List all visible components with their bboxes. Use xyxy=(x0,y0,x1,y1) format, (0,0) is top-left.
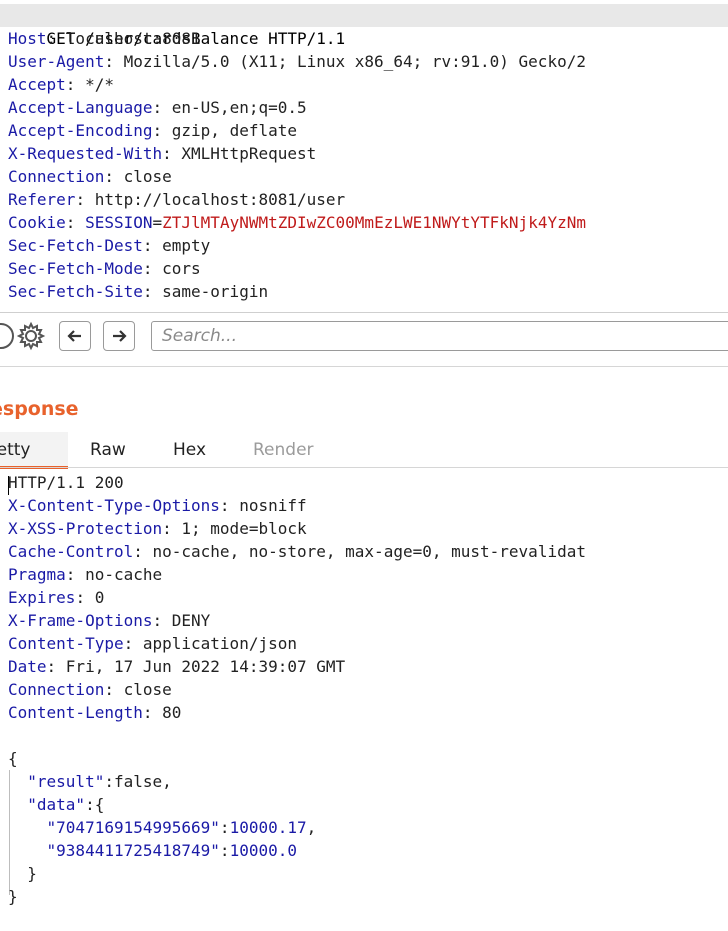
request-header-referer: Referer: http://localhost:8081/user xyxy=(8,190,346,209)
gear-icon[interactable] xyxy=(16,321,46,351)
json-result-line: "result":false, xyxy=(27,772,172,791)
response-header: X-Frame-Options: DENY xyxy=(8,611,211,630)
forward-button[interactable] xyxy=(103,321,135,351)
json-entry: "7047169154995669":10000.17, xyxy=(46,818,317,837)
response-header: X-Content-Type-Options: nosniff xyxy=(8,496,307,515)
request-header-accept-language: Accept-Language: en-US,en;q=0.5 xyxy=(8,98,307,117)
arrow-right-icon xyxy=(113,330,127,342)
section-divider xyxy=(0,366,728,367)
response-status-line: HTTP/1.1 200 xyxy=(8,473,124,492)
response-header: Pragma: no-cache xyxy=(8,565,163,584)
request-header-user-agent: User-Agent: Mozilla/5.0 (X11; Linux x86_… xyxy=(8,52,586,71)
response-header: Date: Fri, 17 Jun 2022 14:39:07 GMT xyxy=(8,657,346,676)
request-toolbar xyxy=(0,313,728,363)
request-header-accept: Accept: */* xyxy=(8,75,114,94)
arrow-left-icon xyxy=(67,330,81,342)
tab-render: Render xyxy=(253,440,314,460)
response-header: Cache-Control: no-cache, no-store, max-a… xyxy=(8,542,586,561)
response-header: X-XSS-Protection: 1; mode=block xyxy=(8,519,307,538)
request-header-sec-fetch-site: Sec-Fetch-Site: same-origin xyxy=(8,282,269,301)
response-header: Connection: close xyxy=(8,680,172,699)
json-data-line: "data":{ xyxy=(27,795,105,814)
response-editor[interactable]: HTTP/1.1 200 X-Content-Type-Options: nos… xyxy=(0,470,728,931)
tabs-border xyxy=(0,467,728,468)
json-entry: "9384411725418749":10000.0 xyxy=(46,841,297,860)
request-editor[interactable]: GET /user/cardsBalance HTTP/1.1 Host: lo… xyxy=(0,0,728,312)
help-icon[interactable] xyxy=(0,323,14,349)
response-tabs: retty Raw Hex Render xyxy=(0,432,728,469)
request-header-x-requested-with: X-Requested-With: XMLHttpRequest xyxy=(8,144,317,163)
json-close-brace: } xyxy=(8,887,18,906)
request-header-cookie: Cookie: SESSION=ZTJlMTAyNWMtZDIwZC00MmEz… xyxy=(8,213,586,232)
json-inner-close: } xyxy=(27,864,37,883)
response-header: Content-Length: 80 xyxy=(8,703,182,722)
tab-hex[interactable]: Hex xyxy=(173,432,206,466)
response-title: esponse xyxy=(0,398,79,420)
request-header-connection: Connection: close xyxy=(8,167,172,186)
tab-raw[interactable]: Raw xyxy=(90,432,126,466)
text-cursor xyxy=(8,476,9,495)
back-button[interactable] xyxy=(59,321,91,351)
json-open-brace: { xyxy=(8,749,18,768)
request-header-host: Host: localhost:8081 xyxy=(8,29,201,48)
search-input[interactable] xyxy=(151,321,728,351)
request-line: GET /user/cardsBalance HTTP/1.1 xyxy=(0,4,728,48)
request-header-accept-encoding: Accept-Encoding: gzip, deflate xyxy=(8,121,297,140)
response-header: Expires: 0 xyxy=(8,588,105,607)
request-header-sec-fetch-dest: Sec-Fetch-Dest: empty xyxy=(8,236,211,255)
tab-pretty[interactable]: retty xyxy=(0,432,68,466)
request-header-sec-fetch-mode: Sec-Fetch-Mode: cors xyxy=(8,259,201,278)
response-header: Content-Type: application/json xyxy=(8,634,297,653)
